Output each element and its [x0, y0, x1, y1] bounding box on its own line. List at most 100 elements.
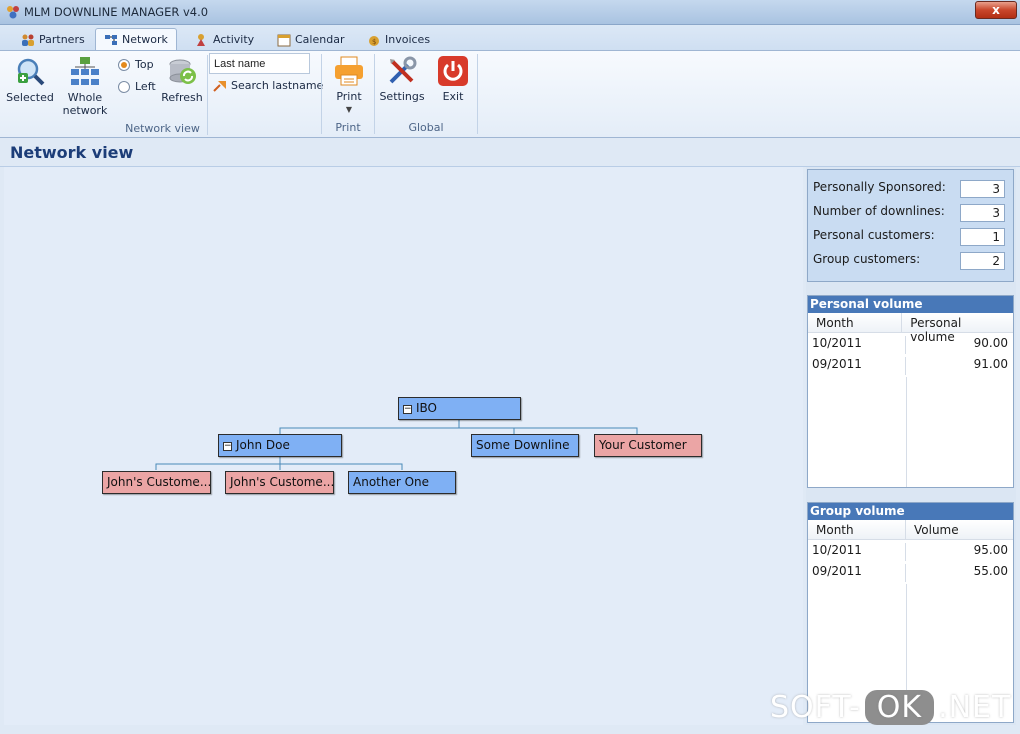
print-label: Print	[336, 90, 362, 103]
cell-month: 10/2011	[808, 336, 906, 354]
tree-node-root[interactable]: − IBO	[398, 397, 521, 420]
node-label: IBO	[416, 401, 438, 415]
title-bar: MLM DOWNLINE MANAGER v4.0 x	[0, 0, 1020, 25]
stat-label: Personal customers:	[813, 228, 935, 242]
power-icon	[438, 56, 468, 86]
tab-activity[interactable]: Activity	[186, 28, 263, 50]
collapse-icon[interactable]: −	[403, 405, 412, 414]
search-lastname-label: Search lastname	[231, 78, 324, 92]
stat-label: Personally Sponsored:	[813, 180, 946, 194]
left-label: Left	[135, 80, 156, 93]
watermark-ok: OK	[864, 690, 935, 725]
grid-header: Month Volume	[808, 520, 1013, 540]
exit-label: Exit	[442, 90, 464, 103]
column-header-value[interactable]: Personal volume	[902, 313, 1013, 344]
node-label: Your Customer	[599, 438, 687, 452]
table-row[interactable]: 09/2011 91.00	[808, 354, 1013, 375]
settings-label: Settings	[379, 90, 425, 103]
stat-value: 3	[960, 204, 1005, 222]
tab-invoices-label: Invoices	[385, 33, 431, 46]
tree-node-your-customer[interactable]: Your Customer	[594, 434, 702, 457]
tab-calendar[interactable]: Calendar	[268, 28, 353, 50]
settings-tools-icon	[389, 56, 417, 84]
stat-downlines: Number of downlines: 3	[813, 204, 1005, 222]
settings-button[interactable]: Settings	[379, 55, 425, 103]
magnifier-add-icon	[17, 58, 45, 86]
tree-node-another-one[interactable]: Another One	[348, 471, 456, 494]
cell-value: 95.00	[973, 543, 1008, 557]
table-row[interactable]: 10/2011 95.00	[808, 540, 1013, 561]
table-row[interactable]: 10/2011 90.00	[808, 333, 1013, 354]
refresh-label: Refresh	[161, 91, 203, 104]
stat-personal-customers: Personal customers: 1	[813, 228, 1005, 246]
group-label-global: Global	[408, 121, 444, 134]
radio-checked-icon	[118, 58, 130, 71]
tab-partners-label: Partners	[39, 33, 85, 46]
printer-icon	[335, 56, 363, 86]
lastname-input[interactable]	[209, 53, 310, 74]
grid-title: Group volume	[808, 503, 1013, 520]
personal-volume-grid[interactable]: Personal volume Month Personal volume 10…	[807, 295, 1014, 488]
page-title: Network view	[10, 143, 134, 162]
column-header-value[interactable]: Volume	[906, 520, 967, 539]
refresh-icon	[169, 59, 196, 84]
refresh-button[interactable]: Refresh	[160, 56, 204, 104]
stats-panel: Personally Sponsored: 3 Number of downli…	[806, 167, 1016, 725]
grid-title: Personal volume	[808, 296, 1013, 313]
whole-network-label: Whole network	[62, 91, 108, 117]
exit-button[interactable]: Exit	[434, 55, 472, 103]
watermark-left: SOFT-	[770, 690, 861, 725]
node-label: Some Downline	[476, 438, 570, 452]
ribbon-divider	[477, 54, 478, 134]
tree-node-some-downline[interactable]: Some Downline	[471, 434, 579, 457]
tab-invoices[interactable]: $ Invoices	[358, 28, 439, 50]
column-header-month[interactable]: Month	[808, 520, 906, 539]
column-header-month[interactable]: Month	[808, 313, 903, 332]
tab-network[interactable]: Network	[95, 28, 177, 50]
group-label-print: Print	[335, 121, 361, 134]
tree-node-johns-customer[interactable]: John's Custome...	[102, 471, 211, 494]
selected-label: Selected	[6, 91, 54, 104]
tab-network-label: Network	[122, 33, 168, 46]
table-row[interactable]: 09/2011 55.00	[808, 561, 1013, 582]
layout-left-radio[interactable]: Left	[118, 80, 156, 93]
cell-value: 55.00	[973, 564, 1008, 578]
stat-label: Group customers:	[813, 252, 921, 266]
watermark-right: .NET	[938, 690, 1012, 725]
window-title: MLM DOWNLINE MANAGER v4.0	[24, 5, 209, 19]
layout-top-radio[interactable]: Top	[118, 58, 154, 71]
grid-header: Month Personal volume	[808, 313, 1013, 344]
print-button[interactable]: Print ▼	[331, 55, 367, 116]
tab-activity-label: Activity	[213, 33, 255, 46]
tab-bar: Partners Network Activity Calendar $ Inv…	[0, 25, 1020, 50]
network-canvas[interactable]: − IBO − John Doe Some Downline Your Custom…	[4, 167, 803, 725]
tab-partners[interactable]: Partners	[12, 28, 94, 50]
search-arrow-icon	[213, 81, 226, 92]
stat-personally-sponsored: Personally Sponsored: 3	[813, 180, 1005, 198]
svg-text:$: $	[372, 38, 376, 46]
stat-label: Number of downlines:	[813, 204, 945, 218]
whole-network-button[interactable]: Whole network	[60, 56, 110, 117]
invoices-icon: $	[369, 35, 379, 46]
cell-value: 91.00	[973, 357, 1008, 371]
radio-unchecked-icon	[118, 80, 130, 93]
tab-calendar-label: Calendar	[295, 33, 345, 46]
app-icon	[7, 6, 19, 19]
stat-value: 3	[960, 180, 1005, 198]
tree-node-john-doe[interactable]: − John Doe	[218, 434, 342, 457]
search-lastname-button[interactable]: Search lastname	[213, 78, 323, 92]
node-label: John Doe	[236, 438, 290, 452]
partners-icon	[22, 34, 34, 46]
cell-month: 09/2011	[808, 357, 906, 375]
tree-node-johns-customer[interactable]: John's Custome...	[225, 471, 334, 494]
cell-month: 10/2011	[808, 543, 906, 561]
selected-button[interactable]: Selected	[6, 56, 54, 104]
stat-value: 1	[960, 228, 1005, 246]
collapse-icon[interactable]: −	[223, 442, 232, 451]
activity-icon	[197, 33, 205, 46]
close-button[interactable]: x	[975, 1, 1017, 19]
column-divider	[906, 377, 907, 487]
calendar-icon	[277, 34, 291, 46]
node-label: Another One	[353, 475, 430, 489]
watermark: SOFT- OK .NET	[770, 690, 1011, 725]
